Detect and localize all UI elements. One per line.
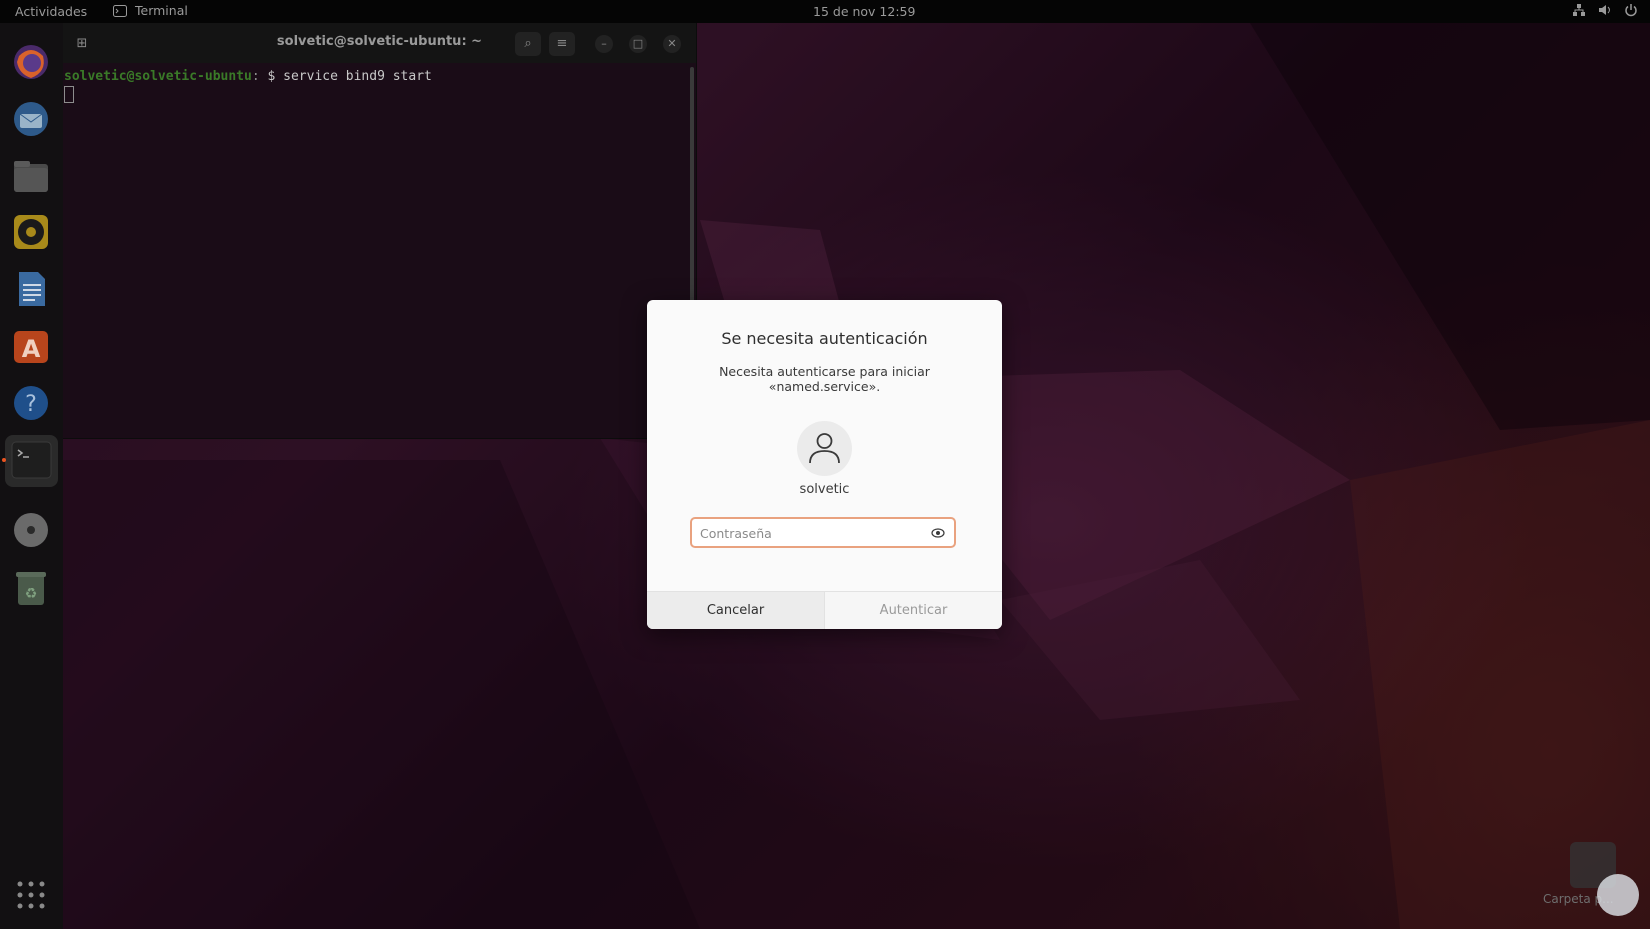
running-indicator bbox=[2, 458, 6, 462]
top-bar: Actividades Terminal 15 de nov 12:59 bbox=[0, 0, 1650, 23]
svg-text:?: ? bbox=[25, 392, 37, 417]
terminal-window: ⊞ solvetic@solvetic-ubuntu: ~ ⌕ ≡ – □ ✕ … bbox=[63, 23, 696, 438]
dialog-buttons: Cancelar Autenticar bbox=[647, 591, 1002, 629]
user-icon bbox=[809, 433, 840, 464]
search-icon[interactable]: ⌕ bbox=[515, 32, 541, 56]
close-button[interactable]: ✕ bbox=[663, 35, 681, 53]
dialog-title: Se necesita autenticación bbox=[721, 329, 928, 348]
auth-dialog: Se necesita autenticación Necesita auten… bbox=[647, 300, 1002, 629]
optical-drive-icon[interactable] bbox=[11, 510, 51, 550]
terminal-cursor bbox=[64, 86, 74, 103]
maximize-button[interactable]: □ bbox=[629, 35, 647, 53]
thunderbird-icon[interactable] bbox=[11, 99, 51, 139]
dialog-message: Necesita autenticarse para iniciar «name… bbox=[687, 364, 962, 394]
rhythmbox-icon[interactable] bbox=[11, 212, 51, 252]
command-text: $ service bind9 start bbox=[267, 69, 432, 84]
show-password-icon[interactable] bbox=[931, 526, 945, 540]
dock: A ? ♻ bbox=[0, 23, 63, 929]
writer-icon[interactable] bbox=[11, 269, 51, 309]
terminal-header: ⊞ solvetic@solvetic-ubuntu: ~ ⌕ ≡ – □ ✕ bbox=[63, 23, 696, 63]
app-menu-label: Terminal bbox=[135, 3, 188, 18]
password-field[interactable] bbox=[690, 517, 956, 548]
terminal-line: solvetic@solvetic-ubuntu: $ service bind… bbox=[64, 69, 696, 84]
menu-icon[interactable]: ≡ bbox=[549, 32, 575, 56]
username-label: solvetic bbox=[799, 482, 850, 497]
activities-button[interactable]: Actividades bbox=[15, 4, 87, 19]
watermark-logo bbox=[1597, 874, 1639, 916]
cancel-button[interactable]: Cancelar bbox=[647, 592, 824, 629]
volume-icon bbox=[1599, 5, 1610, 15]
terminal-icon bbox=[113, 4, 127, 17]
files-icon[interactable] bbox=[11, 156, 51, 196]
software-center-icon[interactable]: A bbox=[11, 326, 51, 366]
dialog-message-line2: «named.service». bbox=[768, 379, 881, 394]
prompt-user: solvetic@solvetic-ubuntu bbox=[64, 69, 252, 84]
show-apps-icon[interactable] bbox=[11, 875, 51, 915]
minimize-button[interactable]: – bbox=[595, 35, 613, 53]
authenticate-button[interactable]: Autenticar bbox=[824, 592, 1002, 629]
svg-text:A: A bbox=[22, 335, 41, 363]
avatar bbox=[797, 421, 852, 476]
app-menu[interactable]: Terminal bbox=[113, 3, 188, 18]
clock[interactable]: 15 de nov 12:59 bbox=[813, 4, 915, 19]
prompt-path: : bbox=[251, 69, 268, 84]
help-icon[interactable]: ? bbox=[11, 383, 51, 423]
system-tray[interactable] bbox=[1572, 3, 1638, 17]
dialog-message-line1: Necesita autenticarse para iniciar bbox=[719, 364, 930, 379]
firefox-icon[interactable] bbox=[11, 42, 51, 82]
power-icon bbox=[1625, 4, 1637, 17]
network-icon bbox=[1573, 4, 1585, 16]
terminal-content[interactable]: solvetic@solvetic-ubuntu: $ service bind… bbox=[63, 63, 696, 107]
terminal-dock-icon[interactable] bbox=[5, 435, 58, 487]
trash-icon[interactable]: ♻ bbox=[11, 568, 51, 608]
password-input[interactable] bbox=[700, 524, 920, 542]
svg-text:♻: ♻ bbox=[25, 586, 38, 602]
